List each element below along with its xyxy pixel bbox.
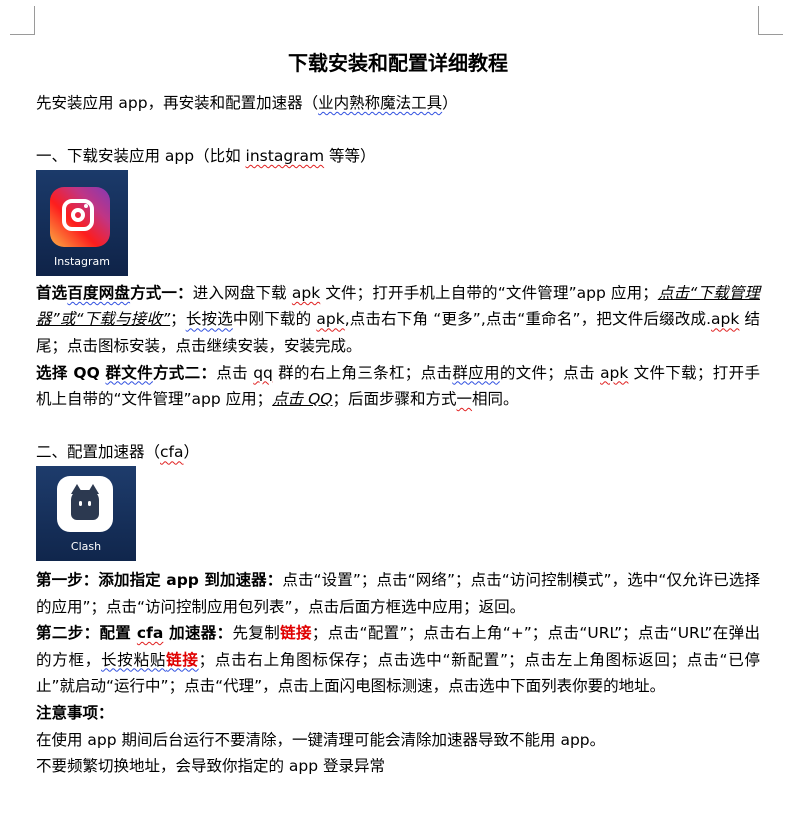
text: 一 [456,390,473,409]
bold-text: 第一步：添加指定 app 到加速器： [36,570,283,589]
bold-text: 百度网盘 [67,283,131,302]
text: apk [291,283,321,302]
text: ；后面步骤和方式 [332,390,457,409]
text: ； [170,310,186,329]
text: apk [600,363,629,382]
bold-text: 方式二： [152,363,217,382]
heading-text: cfa [160,443,184,462]
page-corner-mark [758,6,783,35]
step1-paragraph: 第一步：添加指定 app 到加速器：点击“设置”；点击“网络”；点击“访问控制模… [36,567,760,620]
text: apk [316,310,345,329]
document-page: 下载安装和配置详细教程 先安装应用 app，再安装和配置加速器（业内熟称魔法工具… [36,44,760,780]
heading-text: 一、下载安装应用 app（比如 [36,147,246,166]
link-highlight: 链接 [280,624,312,643]
method1-paragraph: 首选百度网盘方式一：进入网盘下载 apk 文件；打开手机上自带的“文件管理”ap… [36,280,760,360]
note-2: 不要频繁切换地址，会导致你指定的 app 登录异常 [36,757,386,776]
text: 进入网盘下载 [192,283,292,302]
section2-heading: 二、配置加速器（cfa） [36,439,760,466]
bold-text: 方式一： [130,283,193,302]
intro-text: 先安装应用 app，再安装和配置加速器（ [36,94,319,112]
intro-text: 业内熟称魔法工具 [318,94,443,112]
text: apk [711,310,740,329]
note-1: 在使用 app 期间后台运行不要清除，一键清理可能会清除加速器导致不能用 app… [36,730,606,749]
bold-text: 第二步：配置 [36,624,137,643]
heading-text: 二、配置加速器（ [36,443,161,462]
intro-paragraph: 先安装应用 app，再安装和配置加速器（业内熟称魔法工具） [36,90,760,117]
bold-text: 加速器： [163,624,233,643]
text: 中刚下载的 [232,310,317,329]
icon-label: Instagram [54,254,110,268]
step2-paragraph: 第二步：配置 cfa 加速器：先复制链接；点击“配置”；点击右上角“+”；点击“… [36,620,760,700]
page-title: 下载安装和配置详细教程 [288,51,508,75]
bold-text: cfa [136,624,164,643]
section1-heading: 一、下载安装应用 app（比如 instagram 等等） [36,143,760,170]
text: 文件；打开手机上自带的“文件管理”app 应用； [320,283,658,302]
text: 点击 [216,363,254,382]
text: ,点击右下角 “更多”,点击“重命名”，把文件后缀改成. [344,310,712,329]
link-highlight: 链接 [166,650,199,669]
emphasis-text: 点击 QQ [272,390,333,409]
text: 群的右上角三条杠；点击 [272,363,453,382]
text: 的文件；点击 [499,363,601,382]
text: 相同。 [472,390,519,409]
heading-text: instagram [245,147,325,166]
heading-text: ） [183,443,200,462]
bold-text: 群文件 [105,363,153,382]
text: qq [253,363,273,382]
text: 长按粘贴 [101,650,167,669]
bold-text: 注意事项： [36,703,114,722]
page-corner-mark [10,6,35,35]
instagram-app-icon: Instagram [36,169,128,276]
icon-label: Clash [70,539,102,553]
text: 长按选 [185,310,233,329]
bold-text: 选择 QQ [36,363,106,382]
heading-text: 等等） [324,147,376,166]
notes-title: 注意事项： [36,700,760,727]
method2-paragraph: 选择 QQ 群文件方式二：点击 qq 群的右上角三条杠；点击群应用的文件；点击 … [36,360,760,413]
text: 长按粘贴链接 [101,651,199,669]
text: 先复制 [232,624,281,643]
text: 群应用 [452,363,500,382]
intro-text: ） [442,94,458,112]
bold-text: 首选 [36,283,68,302]
clash-app-icon: Clash [36,465,136,561]
